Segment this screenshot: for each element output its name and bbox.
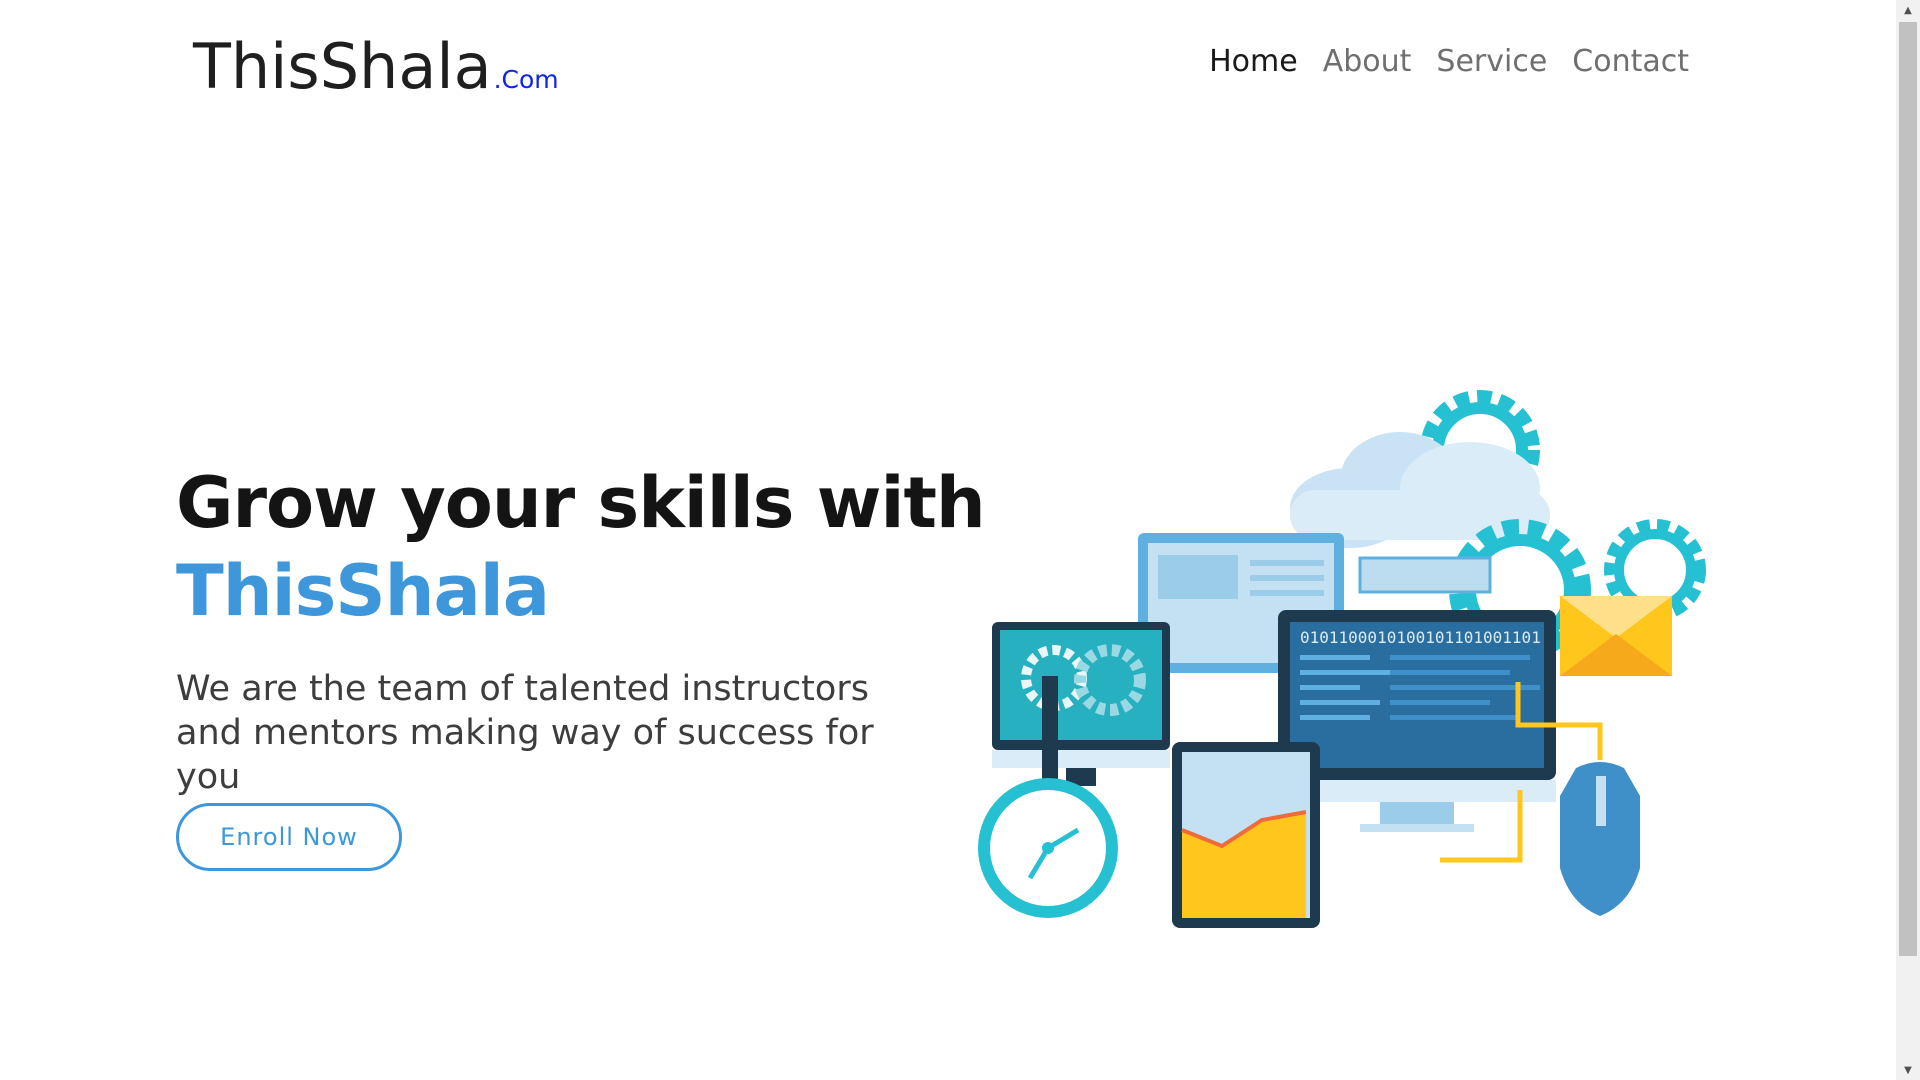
tech-illustration: 0101100010100101101001101	[978, 390, 1706, 928]
nav-service[interactable]: Service	[1436, 44, 1547, 79]
hero-headline-accent: ThisShala	[176, 550, 550, 632]
hero-subtext: We are the team of talented instructors …	[176, 669, 874, 797]
binary-text: 0101100010100101101001101	[1300, 628, 1541, 647]
scroll-up-arrow-icon[interactable]: ▲	[1896, 0, 1920, 20]
hero-headline-text: Grow your skills with	[176, 462, 986, 544]
brand-tld: .Com	[493, 65, 559, 94]
wrench-icon	[1042, 676, 1058, 780]
mouse-icon	[1560, 762, 1640, 916]
hero-headline: Grow your skills with ThisShala	[176, 459, 986, 635]
mail-icon	[1560, 596, 1672, 676]
clock-icon	[978, 778, 1118, 918]
vertical-scrollbar[interactable]: ▲ ▼	[1896, 0, 1920, 1080]
scrollbar-thumb[interactable]	[1899, 22, 1917, 956]
brand-name: ThisShala	[193, 30, 492, 103]
enroll-now-button[interactable]: Enroll Now	[176, 803, 402, 871]
scroll-down-arrow-icon[interactable]: ▼	[1896, 1060, 1920, 1080]
tablet-chart-icon	[1172, 742, 1320, 928]
main-nav: Home About Service Contact	[1209, 44, 1689, 79]
brand-logo[interactable]: ThisShala .Com	[193, 30, 559, 103]
nav-home[interactable]: Home	[1209, 44, 1298, 79]
nav-contact[interactable]: Contact	[1572, 44, 1689, 79]
monitor-icon	[992, 622, 1170, 786]
nav-about[interactable]: About	[1323, 44, 1412, 79]
